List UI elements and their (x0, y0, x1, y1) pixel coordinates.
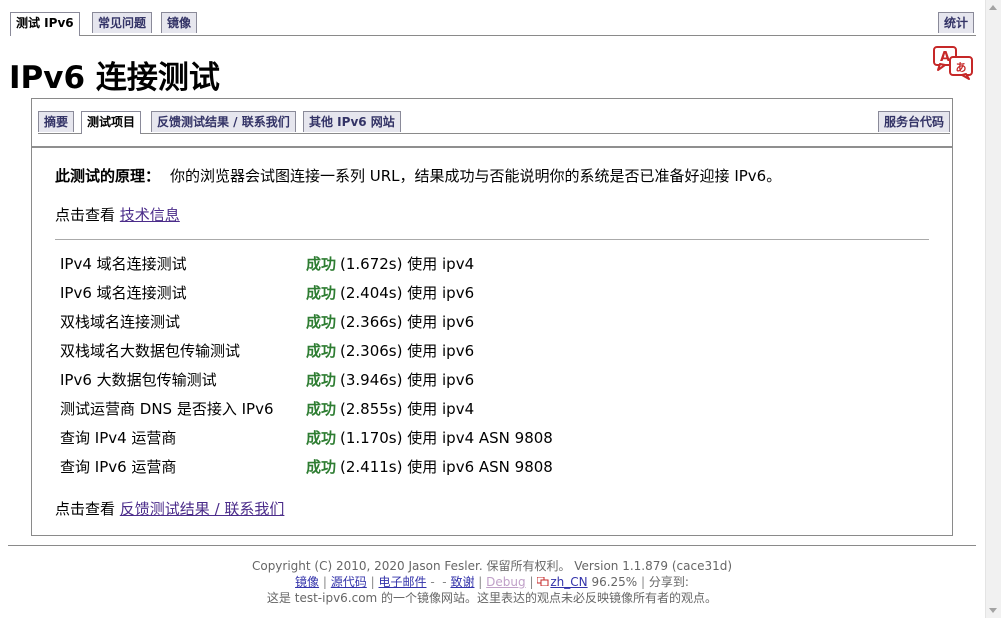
result-label: 双栈域名大数据包传输测试 (60, 342, 241, 360)
result-label: IPv6 域名连接测试 (60, 284, 187, 302)
status-badge: 成功 (306, 429, 337, 447)
tab-faq[interactable]: 常见问题 (92, 12, 153, 33)
tab-test-items[interactable]: 测试项目 (81, 111, 142, 134)
email-link[interactable]: 电子邮件 (378, 575, 426, 589)
feedback-link[interactable]: 反馈测试结果 / 联系我们 (120, 500, 285, 518)
result-label: IPv6 大数据包传输测试 (60, 371, 217, 389)
tech-info-prefix: 点击查看 (55, 206, 116, 224)
status-badge: 成功 (306, 284, 337, 302)
mirror-note: 这是 test-ipv6.com 的一个镜像网站。这里表达的观点未必反映镜像所有… (266, 591, 718, 605)
divider (8, 545, 976, 546)
tab-summary[interactable]: 摘要 (38, 111, 75, 132)
top-tab-bar: 测试 IPv6 常见问题 镜像 统计 (10, 12, 976, 36)
tech-info-link[interactable]: 技术信息 (120, 206, 180, 224)
status-badge: 成功 (306, 458, 337, 476)
vertical-scrollbar[interactable] (985, 0, 1001, 618)
svg-text:あ: あ (956, 61, 967, 74)
status-badge: 成功 (306, 400, 337, 418)
tab-test-ipv6[interactable]: 测试 IPv6 (10, 12, 80, 36)
result-detail: (2.404s) 使用 ipv6 (340, 284, 475, 302)
sub-tab-bar: 摘要 测试项目 反馈测试结果 / 联系我们 其他 IPv6 网站 服务台代码 (38, 111, 951, 134)
tab-helpdesk-code[interactable]: 服务台代码 (878, 111, 951, 132)
result-detail: (2.306s) 使用 ipv6 (340, 342, 475, 360)
test-panel: 摘要 测试项目 反馈测试结果 / 联系我们 其他 IPv6 网站 服务台代码 此… (31, 98, 953, 536)
status-badge: 成功 (306, 313, 337, 331)
result-detail: (2.411s) 使用 ipv6 ASN 9808 (340, 458, 553, 476)
result-label: 测试运营商 DNS 是否接入 IPv6 (60, 400, 274, 418)
status-badge: 成功 (306, 255, 337, 273)
test-principle: 此测试的原理： 你的浏览器会试图连接一系列 URL，结果成功与否能说明你的系统是否… (55, 165, 781, 186)
share-label: 分享到: (648, 575, 689, 589)
result-detail: (1.672s) 使用 ipv4 (340, 255, 475, 273)
result-label: 双栈域名连接测试 (60, 313, 181, 331)
result-label: 查询 IPv6 运营商 (60, 458, 177, 476)
divider (32, 146, 952, 148)
result-detail: (3.946s) 使用 ipv6 (340, 371, 475, 389)
tech-info-line: 点击查看 技术信息 (55, 204, 180, 225)
result-label: IPv4 域名连接测试 (60, 255, 187, 273)
principle-text: 你的浏览器会试图连接一系列 URL，结果成功与否能说明你的系统是否已准备好迎接 … (170, 167, 782, 185)
locale-link[interactable]: zh_CN (550, 575, 587, 589)
mirror-link[interactable]: 镜像 (295, 575, 319, 589)
status-badge: 成功 (306, 371, 337, 389)
scroll-up-icon[interactable] (989, 5, 997, 10)
page-title: IPv6 连接测试 (9, 60, 220, 96)
thanks-link[interactable]: 致谢 (450, 575, 474, 589)
result-detail: (2.855s) 使用 ipv4 (340, 400, 475, 418)
translate-icon[interactable]: A あ (932, 45, 977, 80)
tab-mirrors[interactable]: 镜像 (161, 12, 198, 33)
copyright-text: Copyright (C) 2010, 2020 Jason Fesler. 保… (251, 559, 733, 573)
footer-links: 镜像 | 源代码 | 电子邮件 - - 致谢 | Debug | zh_CN 9… (295, 575, 689, 589)
result-detail: (2.366s) 使用 ipv6 (340, 313, 475, 331)
debug-link[interactable]: Debug (486, 575, 525, 589)
result-label: 查询 IPv4 运营商 (60, 429, 177, 447)
scroll-down-icon[interactable] (989, 608, 997, 613)
translate-icon (537, 577, 549, 586)
tab-feedback-contact[interactable]: 反馈测试结果 / 联系我们 (151, 111, 296, 132)
source-link[interactable]: 源代码 (331, 575, 367, 589)
feedback-prefix: 点击查看 (55, 500, 116, 518)
feedback-line: 点击查看 反馈测试结果 / 联系我们 (55, 498, 284, 519)
locale-percent: 96.25% (591, 575, 638, 589)
tab-other-ipv6-sites[interactable]: 其他 IPv6 网站 (303, 111, 401, 132)
principle-heading: 此测试的原理： (55, 167, 161, 185)
divider (55, 239, 929, 240)
result-detail: (1.170s) 使用 ipv4 ASN 9808 (340, 429, 553, 447)
tab-stats[interactable]: 统计 (938, 12, 975, 33)
status-badge: 成功 (306, 342, 337, 360)
svg-text:A: A (940, 50, 950, 65)
